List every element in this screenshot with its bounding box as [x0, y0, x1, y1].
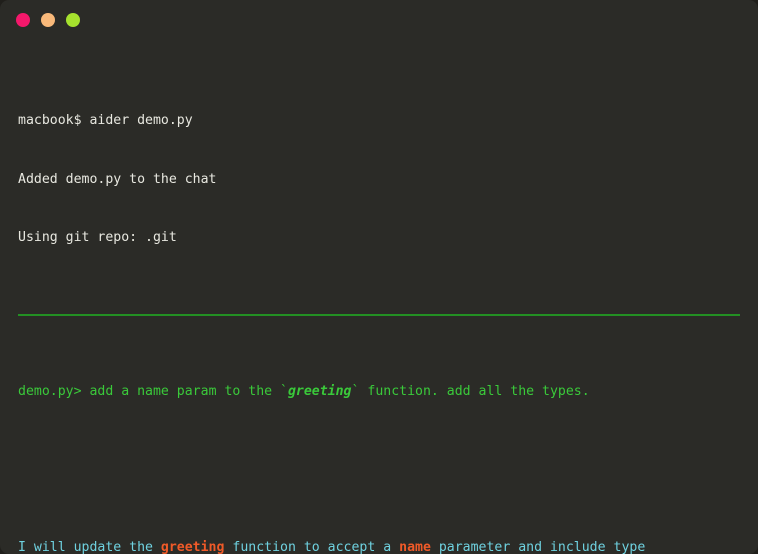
maximize-window-button[interactable]	[66, 13, 80, 27]
shell-line-git-repo: Using git repo: .git	[18, 230, 177, 246]
assistant-reply: I will update the greeting function to a…	[18, 538, 740, 554]
assistant-seg-1: I will update the	[18, 540, 161, 554]
close-window-button[interactable]	[16, 13, 30, 27]
assistant-highlight-name: name	[399, 540, 431, 554]
separator-rule-top	[18, 313, 740, 316]
user-prompt-line: demo.py> add a name param to the `greeti…	[18, 382, 740, 402]
user-prompt-emphasis: greeting	[287, 383, 352, 399]
assistant-highlight-greeting: greeting	[160, 540, 225, 554]
user-prompt-part1: add a name param to the `	[81, 383, 288, 399]
prompt-prefix: demo.py>	[18, 383, 82, 399]
minimize-window-button[interactable]	[41, 13, 55, 27]
terminal-window: macbook$ aider demo.py Added demo.py to …	[0, 0, 758, 554]
terminal-body[interactable]: macbook$ aider demo.py Added demo.py to …	[0, 40, 758, 554]
shell-line-added-file: Added demo.py to the chat	[18, 171, 217, 187]
assistant-seg-2: function to accept a	[224, 540, 400, 554]
user-prompt-part2: ` function. add all the types.	[351, 383, 590, 399]
title-bar	[0, 0, 758, 40]
shell-line-command: macbook$ aider demo.py	[18, 112, 193, 128]
